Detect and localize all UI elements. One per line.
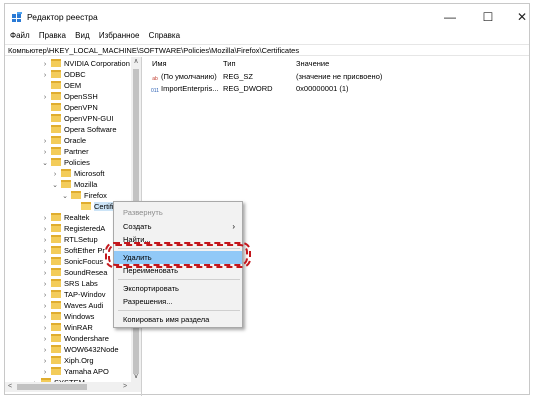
title-bar: Редактор реестра — ☐ ✕ [5,4,529,29]
registry-editor-window: Редактор реестра — ☐ ✕ Файл Правка Вид И… [4,3,530,396]
folder-icon [51,213,61,221]
tree-item-srs-labs[interactable]: › SRS Labs [41,278,98,289]
menu-separator [118,279,240,280]
scroll-up-icon[interactable]: ∧ [131,57,141,67]
folder-icon [51,334,61,342]
menu-export[interactable]: Экспортировать [114,282,242,295]
menu-separator [118,310,240,311]
dword-value-icon: 011 [151,88,159,94]
folder-icon [51,345,61,353]
maximize-button[interactable]: ☐ [471,7,505,27]
tree-item-openvpn[interactable]: OpenVPN [41,102,98,113]
tree-item-odbc[interactable]: › ODBC [41,69,86,80]
folder-icon [81,202,91,210]
menu-create[interactable]: Создать › [114,220,242,233]
column-header-value[interactable]: Значение [296,59,329,68]
folder-icon [51,224,61,232]
folder-icon [51,136,61,144]
tree-item-soundresea[interactable]: › SoundResea [41,267,107,278]
registry-editor-icon [12,12,22,22]
column-header-name[interactable]: Имя [152,59,167,68]
tree-item-firefox[interactable]: ⌄ Firefox [61,190,107,201]
folder-icon [71,191,81,199]
menu-favorites[interactable]: Избранное [99,29,140,43]
submenu-arrow-icon: › [232,222,235,231]
folder-icon [51,59,61,67]
tree-item-opera[interactable]: Opera Software [41,124,117,135]
folder-icon [51,312,61,320]
tree-item-windows[interactable]: › Windows [41,311,94,322]
tree-item-partner[interactable]: › Partner [41,146,89,157]
tree-item-rtlsetup[interactable]: › RTLSetup [41,234,98,245]
folder-icon [51,279,61,287]
folder-icon [51,323,61,331]
folder-icon [51,356,61,364]
folder-icon [51,114,61,122]
folder-icon [51,257,61,265]
folder-icon [51,290,61,298]
tree-item-microsoft[interactable]: › Microsoft [51,168,104,179]
collapse-icon[interactable]: ⌄ [61,191,69,202]
highlight-annotation [108,244,248,266]
folder-icon [51,125,61,133]
tree-item-yamaha-apo[interactable]: › Yamaha APO [41,366,109,377]
menu-copy-key-name[interactable]: Копировать имя раздела [114,313,242,326]
value-row-default[interactable]: ab (По умолчанию) [151,71,217,82]
menu-expand[interactable]: Развернуть [114,206,242,219]
window-title: Редактор реестра [27,12,98,22]
tree-item-registereda[interactable]: › RegisteredA [41,223,105,234]
close-button[interactable]: ✕ [505,7,535,27]
menu-bar: Файл Правка Вид Избранное Справка [5,29,529,43]
tree-horizontal-scrollbar[interactable]: < > [5,382,141,392]
tree-item-oem[interactable]: OEM [41,80,81,91]
collapse-icon[interactable]: ⌄ [51,180,59,191]
folder-icon [51,158,61,166]
folder-icon [61,180,71,188]
tree-item-openssh[interactable]: › OpenSSH [41,91,98,102]
menu-help[interactable]: Справка [149,29,180,43]
tree-item-waves-audio[interactable]: › Waves Audi [41,300,103,311]
column-header-type[interactable]: Тип [223,59,236,68]
folder-icon [61,169,71,177]
folder-icon [51,367,61,375]
tree-item-wondershare[interactable]: › Wondershare [41,333,109,344]
folder-icon [51,246,61,254]
folder-icon [51,103,61,111]
tree-item-realtek[interactable]: › Realtek [41,212,89,223]
scroll-left-icon[interactable]: < [5,382,15,392]
collapse-icon[interactable]: ⌄ [41,158,49,169]
folder-icon [51,268,61,276]
tree-item-openvpn-gui[interactable]: OpenVPN-GUI [41,113,114,124]
tree-item-nvidia[interactable]: › NVIDIA Corporation [41,58,130,69]
folder-icon [51,147,61,155]
folder-icon [51,70,61,78]
folder-icon [51,92,61,100]
tree-item-wow6432node[interactable]: › WOW6432Node [41,344,119,355]
address-bar[interactable]: Компьютер\HKEY_LOCAL_MACHINE\SOFTWARE\Po… [5,44,529,56]
tree-item-policies[interactable]: ⌄ Policies [41,157,90,168]
tree-item-mozilla[interactable]: ⌄ Mozilla [51,179,97,190]
tree-item-xiph[interactable]: › Xiph.Org [41,355,94,366]
tree-item-winrar[interactable]: › WinRAR [41,322,93,333]
folder-icon [51,235,61,243]
menu-view[interactable]: Вид [75,29,89,43]
tree-item-softether[interactable]: › SoftEther Pr [41,245,105,256]
string-value-icon: ab [152,76,158,82]
tree-item-tap-windows[interactable]: › TAP-Windov [41,289,106,300]
minimize-button[interactable]: — [433,7,467,27]
folder-icon [51,301,61,309]
tree-item-sonicfocus[interactable]: › SonicFocus [41,256,103,267]
menu-edit[interactable]: Правка [39,29,66,43]
scroll-right-icon[interactable]: > [120,382,130,392]
value-row-importenterprise[interactable]: 011 ImportEnterpris... [151,83,219,94]
menu-file[interactable]: Файл [10,29,30,43]
scroll-down-icon[interactable]: ∨ [131,372,141,382]
scroll-thumb[interactable] [17,384,87,390]
menu-permissions[interactable]: Разрешения... [114,295,242,308]
tree-item-oracle[interactable]: › Oracle [41,135,86,146]
folder-icon [51,81,61,89]
